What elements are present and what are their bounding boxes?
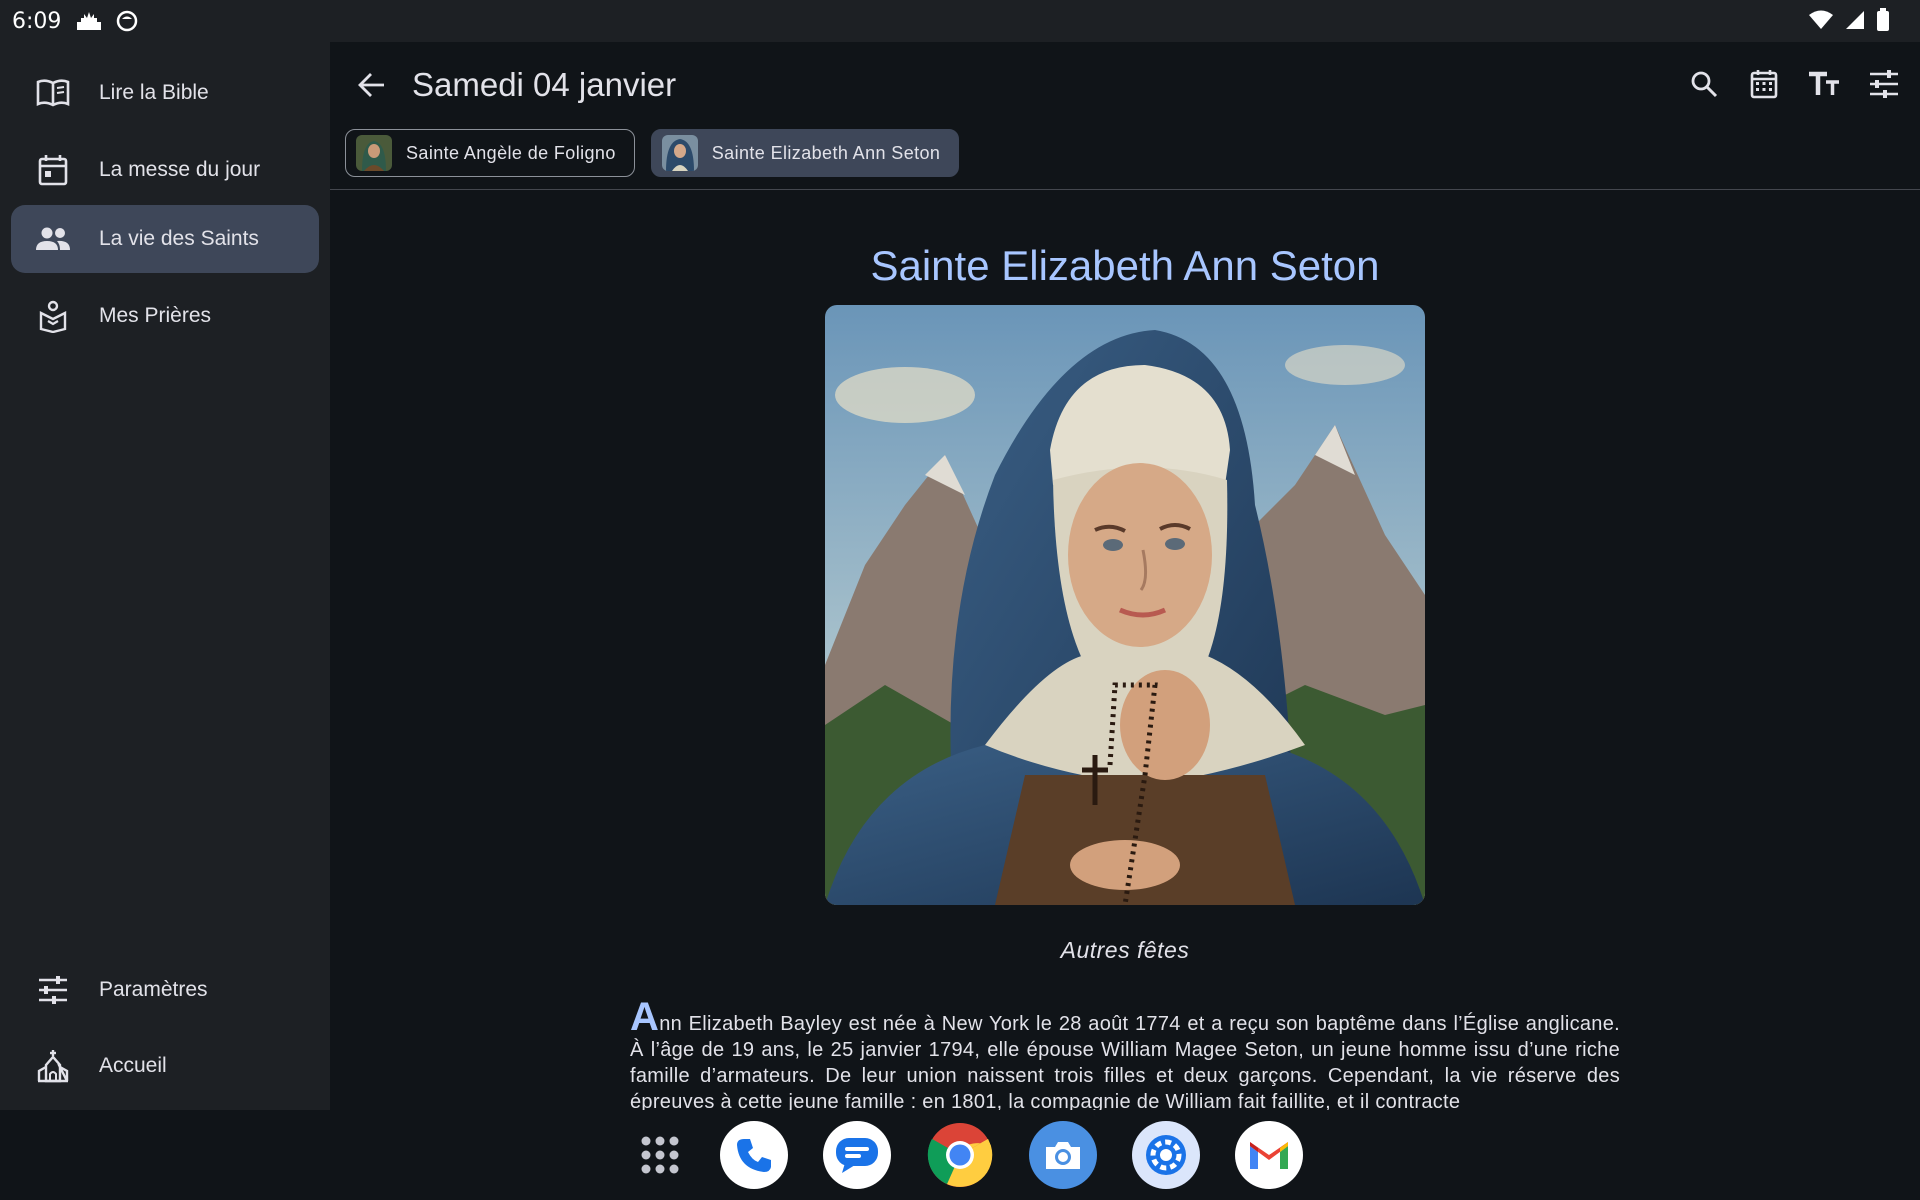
chip-label: Sainte Elizabeth Ann Seton	[711, 142, 941, 163]
cell-signal-icon	[1844, 9, 1866, 36]
text-size-icon[interactable]	[1802, 62, 1846, 106]
nav-item-home[interactable]: Accueil	[11, 1032, 319, 1100]
biography-text: nn Elizabeth Bayley est née à New York l…	[630, 1013, 1620, 1110]
tune-icon	[35, 972, 71, 1008]
nav-item-label: Paramètres	[99, 978, 208, 1001]
messages-app-icon[interactable]	[823, 1121, 891, 1189]
app-drawer-icon[interactable]	[626, 1121, 694, 1189]
notification-app-icon	[75, 8, 103, 34]
nav-item-saints[interactable]: La vie des Saints	[11, 205, 319, 273]
nav-item-label: Accueil	[99, 1054, 167, 1077]
book-open-icon	[35, 75, 71, 111]
saint-name-heading: Sainte Elizabeth Ann Seton	[870, 242, 1380, 289]
back-arrow-icon[interactable]	[350, 63, 394, 107]
church-icon	[35, 1048, 71, 1084]
chip-saint-angele[interactable]: Sainte Angèle de Foligno	[345, 129, 635, 177]
chip-label: Sainte Angèle de Foligno	[406, 142, 616, 163]
page-title: Samedi 04 janvier	[412, 66, 677, 103]
tune-settings-icon[interactable]	[1862, 62, 1906, 106]
notification-circle-icon	[113, 8, 141, 34]
nav-item-label: Mes Prières	[99, 304, 212, 327]
saint-biography: Ann Elizabeth Bayley est née à New York …	[630, 997, 1620, 1110]
status-time: 6:09	[12, 8, 62, 34]
saint-thumbnail	[661, 135, 698, 171]
settings-app-icon[interactable]	[1132, 1121, 1200, 1189]
saint-thumbnail	[356, 135, 392, 171]
prayer-icon	[35, 298, 71, 334]
phone-app-icon[interactable]	[720, 1121, 788, 1189]
nav-item-bible[interactable]: Lire la Bible	[11, 59, 319, 127]
gmail-app-icon[interactable]	[1235, 1121, 1303, 1189]
calendar-icon[interactable]	[1742, 62, 1786, 106]
saint-portrait-image	[825, 305, 1425, 905]
nav-item-label: La vie des Saints	[99, 227, 259, 250]
nav-item-prayers[interactable]: Mes Prières	[11, 282, 319, 350]
drop-cap: A	[630, 995, 660, 1039]
header-divider	[330, 189, 1920, 190]
calendar-day-icon	[35, 152, 71, 188]
feast-subtitle: Autres fêtes	[1060, 937, 1190, 963]
top-app-bar: Samedi 04 janvier	[330, 42, 1920, 128]
people-icon	[35, 221, 71, 257]
nav-item-mass[interactable]: La messe du jour	[11, 136, 319, 204]
search-icon[interactable]	[1682, 62, 1726, 106]
nav-item-label: Lire la Bible	[99, 81, 209, 104]
nav-item-settings[interactable]: Paramètres	[11, 956, 319, 1024]
chrome-app-icon[interactable]	[926, 1121, 994, 1189]
app-dock	[0, 1110, 1920, 1200]
status-bar: 6:09	[0, 0, 1920, 42]
camera-app-icon[interactable]	[1029, 1121, 1097, 1189]
navigation-drawer: Lire la Bible La messe du jour La vie de…	[0, 42, 330, 1110]
wifi-icon	[1808, 9, 1834, 36]
battery-icon	[1876, 8, 1890, 37]
chip-saint-elizabeth[interactable]: Sainte Elizabeth Ann Seton	[650, 129, 960, 177]
main-content: Samedi 04 janvier Sainte Angèle de Folig…	[330, 42, 1920, 1110]
saint-chips: Sainte Angèle de Foligno Sainte Elizabet…	[345, 129, 960, 177]
nav-item-label: La messe du jour	[99, 158, 261, 181]
